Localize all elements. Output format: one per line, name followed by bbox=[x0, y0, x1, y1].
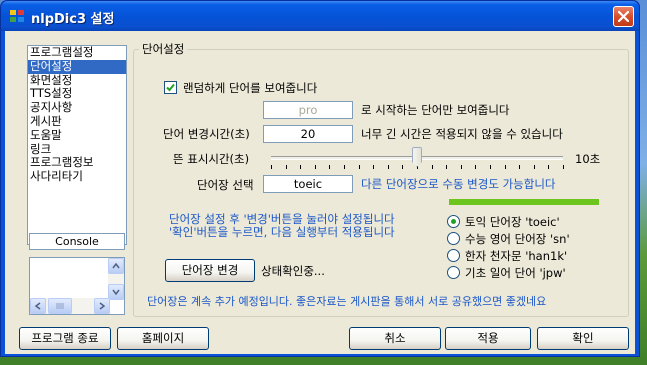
wordbook-hint: 다른 단어장으로 수동 변경도 가능합니다 bbox=[361, 177, 556, 191]
status-text: 상태확인중... bbox=[261, 264, 325, 278]
wordbook-input[interactable]: toeic bbox=[263, 175, 353, 193]
slider-tick bbox=[300, 165, 301, 169]
slider-tick bbox=[315, 165, 316, 169]
scroll-left-button[interactable] bbox=[30, 298, 46, 314]
word-interval-input[interactable]: 20 bbox=[263, 125, 353, 143]
wordbook-radio-sn[interactable] bbox=[447, 232, 460, 245]
wordbook-label: 단어장 선택 bbox=[197, 178, 254, 192]
chevron-right-icon bbox=[99, 302, 105, 310]
sidebar-item-ladder-game[interactable]: 사다리타기 bbox=[28, 169, 126, 184]
slider-tick bbox=[286, 165, 287, 169]
slider-tick bbox=[519, 165, 520, 169]
close-x-icon bbox=[618, 11, 629, 22]
console-label: Console bbox=[29, 233, 125, 250]
sidebar-item-notices[interactable]: 공지사항 bbox=[28, 100, 126, 115]
wordbook-radio-han1k[interactable] bbox=[447, 249, 460, 262]
sidebar-item-program-info[interactable]: 프로그램정보 bbox=[28, 156, 126, 170]
prefix-filter-label: 로 시작하는 단어만 보여줍니다 bbox=[361, 103, 510, 117]
slider-tick bbox=[563, 165, 564, 169]
title-bar[interactable]: nlpDic3 설정 bbox=[1, 1, 639, 31]
wordbook-option-toeic[interactable]: 토익 단어장 'toeic' bbox=[465, 214, 560, 230]
sidebar-item-links[interactable]: 링크 bbox=[28, 142, 126, 157]
console-horizontal-scrollbar[interactable] bbox=[30, 298, 110, 314]
sidebar-item-help[interactable]: 도움말 bbox=[28, 128, 126, 143]
display-time-max-label: 10초 bbox=[575, 152, 601, 166]
display-time-label: 뜬 표시시간(초) bbox=[173, 152, 250, 166]
wordbook-radio-toeic[interactable] bbox=[447, 215, 460, 228]
grip-icon bbox=[56, 303, 64, 309]
sidebar-item-word-settings[interactable]: 단어설정 bbox=[28, 59, 126, 74]
checkmark-icon bbox=[166, 83, 175, 92]
scroll-right-button[interactable] bbox=[94, 298, 110, 314]
chevron-up-icon bbox=[112, 263, 120, 269]
scroll-down-button[interactable] bbox=[108, 284, 124, 300]
slider-tick bbox=[548, 165, 549, 169]
word-interval-warning: 너무 긴 시간은 적용되지 않을 수 있습니다 bbox=[361, 127, 563, 141]
wordbook-option-jpw[interactable]: 기초 일어 단어 'jpw' bbox=[465, 265, 566, 281]
slider-tick bbox=[402, 165, 403, 169]
slider-tick bbox=[432, 165, 433, 169]
scroll-thumb[interactable] bbox=[48, 298, 72, 314]
sidebar-item-screen-settings[interactable]: 화면설정 bbox=[28, 73, 126, 88]
wordbook-option-sn[interactable]: 수능 영어 단어장 'sn' bbox=[465, 231, 570, 247]
exit-program-button[interactable]: 프로그램 종료 bbox=[19, 327, 111, 350]
close-button[interactable] bbox=[613, 6, 634, 27]
word-interval-label: 단어 변경시간(초) bbox=[163, 127, 250, 141]
status-indicator-bar bbox=[449, 199, 599, 205]
slider-tick bbox=[373, 165, 374, 169]
ok-button[interactable]: 확인 bbox=[537, 327, 629, 350]
slider-tick bbox=[344, 165, 345, 169]
slider-tick bbox=[475, 165, 476, 169]
random-words-label: 랜덤하게 단어를 보여줍니다 bbox=[183, 81, 318, 95]
console-output[interactable] bbox=[29, 257, 125, 315]
homepage-button[interactable]: 홈페이지 bbox=[117, 327, 209, 350]
dialog-client-area: 프로그램설정 단어설정 화면설정 TTS설정 공지사항 게시판 도움말 링크 프… bbox=[5, 31, 635, 354]
settings-window: nlpDic3 설정 프로그램설정 단어설정 화면설정 TTS설정 공지사항 게… bbox=[0, 0, 640, 357]
sidebar-item-board[interactable]: 게시판 bbox=[28, 114, 126, 129]
slider-tick bbox=[446, 165, 447, 169]
apply-button[interactable]: 적용 bbox=[445, 327, 531, 350]
scroll-up-button[interactable] bbox=[108, 258, 124, 274]
settings-category-list[interactable]: 프로그램설정 단어설정 화면설정 TTS설정 공지사항 게시판 도움말 링크 프… bbox=[27, 45, 127, 245]
window-title: nlpDic3 설정 bbox=[31, 12, 115, 27]
dictionary-app-icon bbox=[10, 10, 24, 22]
cancel-button[interactable]: 취소 bbox=[349, 327, 441, 350]
slider-tick bbox=[271, 165, 272, 169]
sidebar-item-tts-settings[interactable]: TTS설정 bbox=[28, 87, 126, 101]
slider-tick bbox=[490, 165, 491, 169]
wordbook-radio-jpw[interactable] bbox=[447, 266, 460, 279]
change-wordbook-button[interactable]: 단어장 변경 bbox=[165, 259, 255, 282]
slider-tick bbox=[461, 165, 462, 169]
slider-tick bbox=[359, 165, 360, 169]
chevron-left-icon bbox=[35, 302, 41, 310]
slider-tick bbox=[329, 165, 330, 169]
slider-tick bbox=[534, 165, 535, 169]
wordbook-option-han1k[interactable]: 한자 천자문 'han1k' bbox=[465, 248, 567, 264]
sidebar-item-program-settings[interactable]: 프로그램설정 bbox=[28, 45, 126, 60]
word-settings-group-title: 단어설정 bbox=[139, 41, 188, 57]
console-vertical-scrollbar[interactable] bbox=[108, 258, 124, 300]
prefix-filter-input[interactable]: pro bbox=[263, 101, 353, 119]
instruction-line-2: '확인'버튼을 누르면, 다음 실행부터 적용됩니다 bbox=[169, 225, 395, 239]
footer-note: 단어장은 계속 추가 예정입니다. 좋은자료는 게시판을 통해서 서로 공유했으… bbox=[147, 295, 547, 308]
chevron-down-icon bbox=[112, 289, 120, 295]
slider-tick bbox=[505, 165, 506, 169]
radio-selected-dot bbox=[451, 219, 456, 224]
random-words-checkbox[interactable] bbox=[164, 81, 177, 94]
slider-tick bbox=[388, 165, 389, 169]
